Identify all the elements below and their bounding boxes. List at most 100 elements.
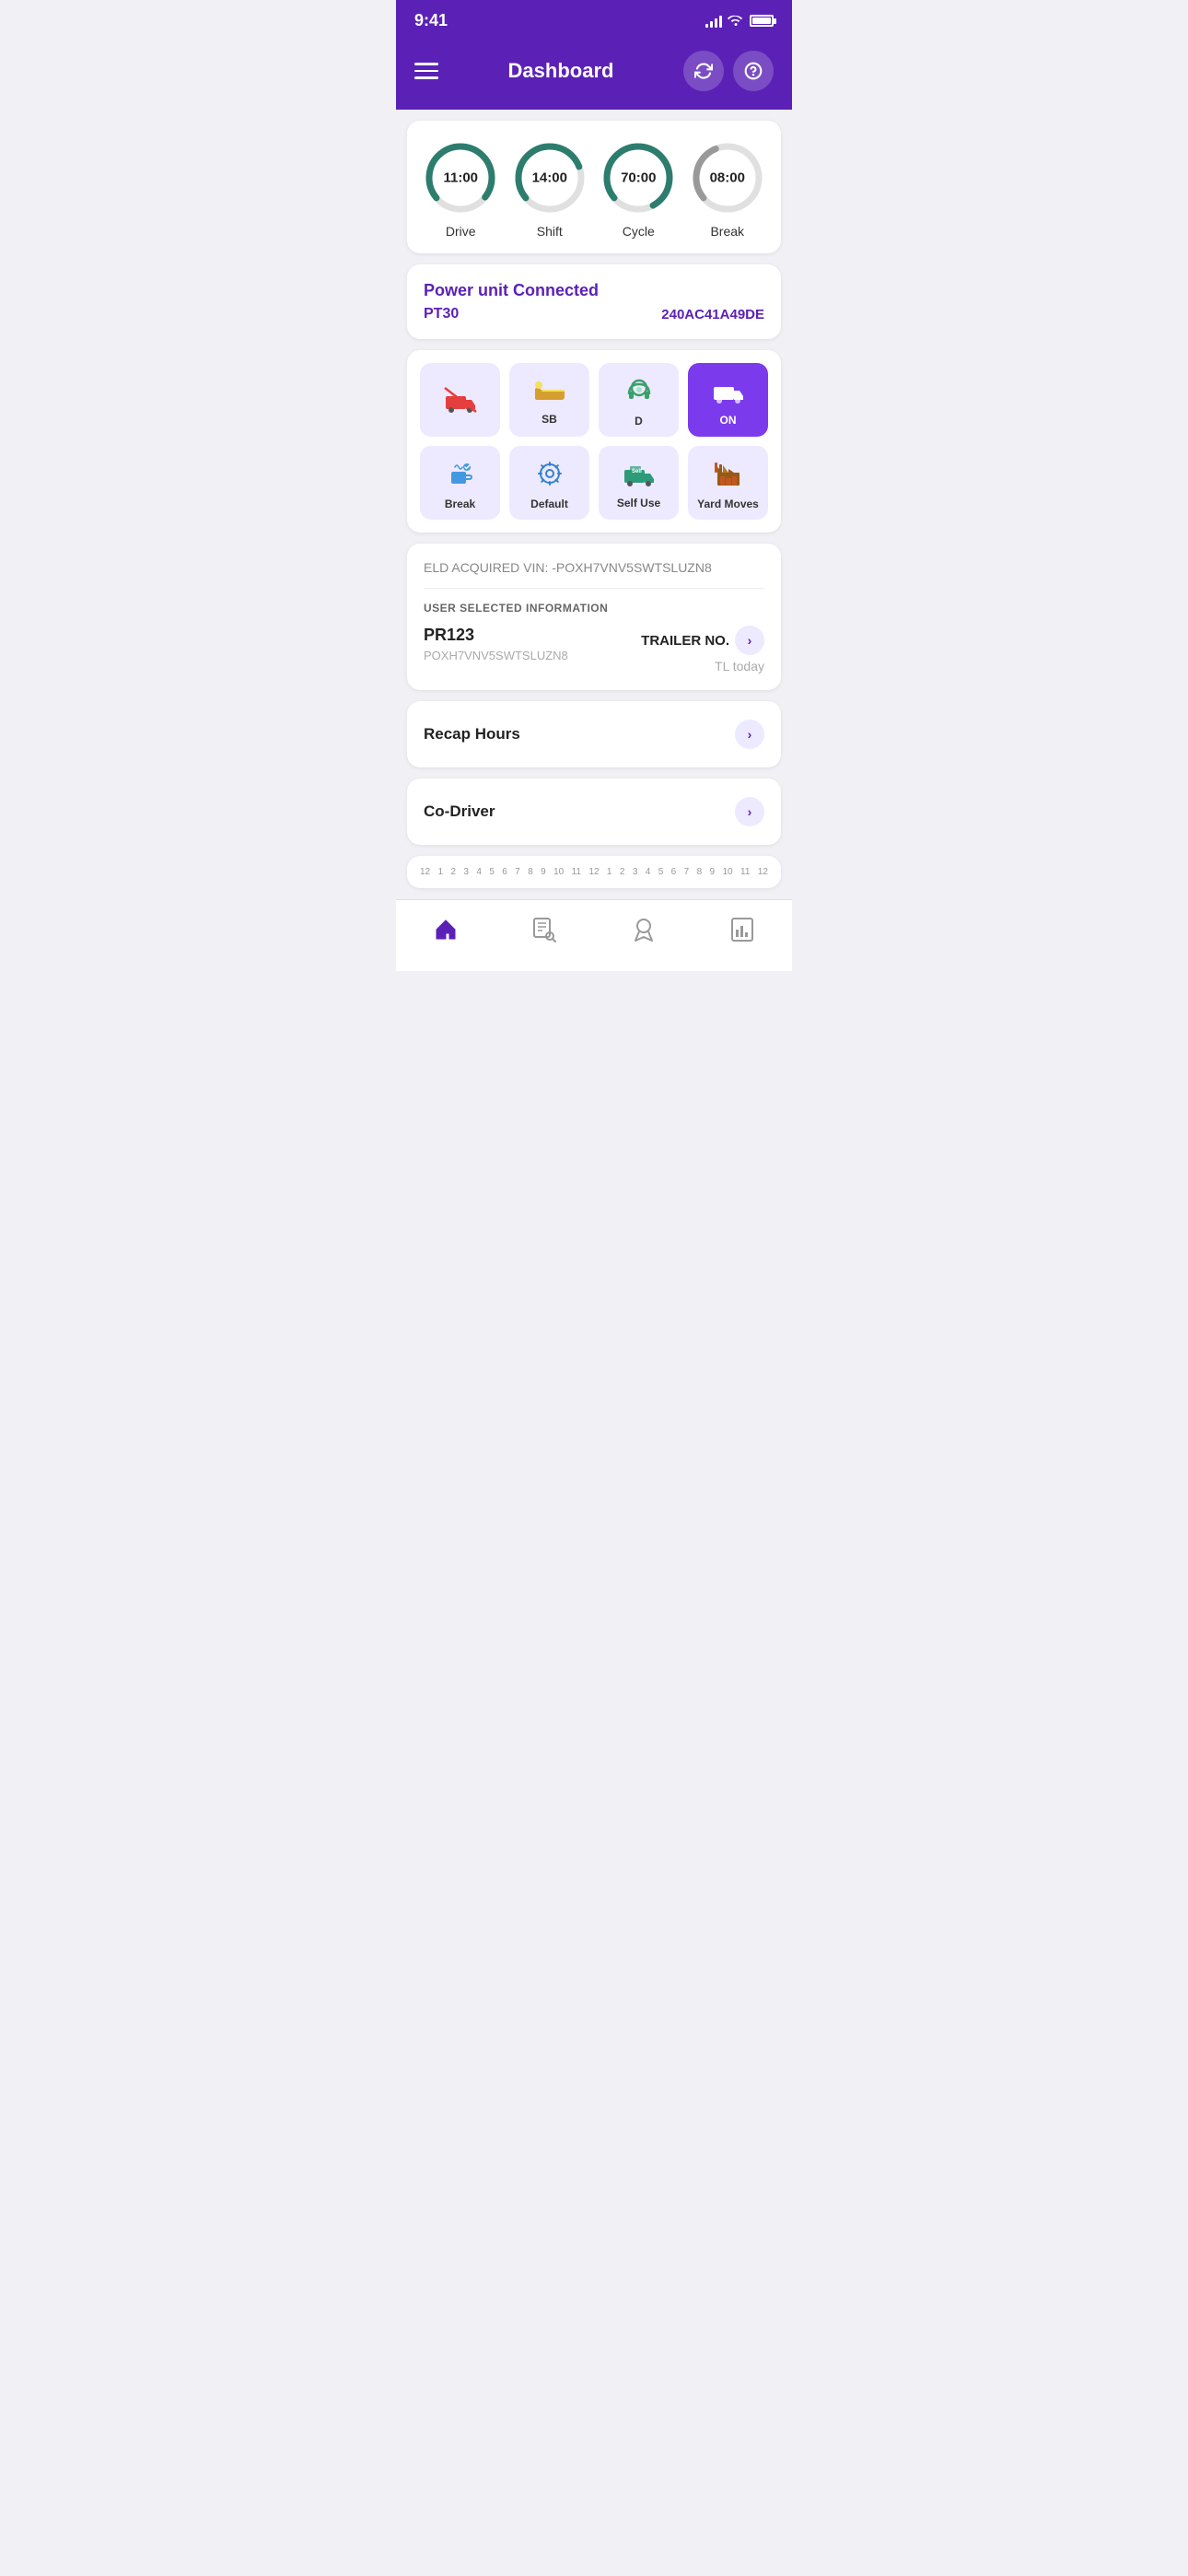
eld-vin-label: ELD ACQUIRED VIN: <box>424 560 552 575</box>
modes-grid: SB D <box>420 363 768 520</box>
status-time: 9:41 <box>414 11 448 30</box>
menu-button[interactable] <box>414 63 438 79</box>
trailer-value: TL today <box>715 659 764 673</box>
wifi-icon <box>728 13 744 29</box>
mode-d-button[interactable]: D <box>599 363 679 437</box>
default-label: Default <box>530 498 568 510</box>
power-title: Power unit Connected <box>424 281 764 300</box>
ruler-tick-24: 12 <box>758 867 768 877</box>
gauges-card: 11:00 Drive 14:00 Shift 70:00 <box>407 121 781 253</box>
ruler-tick-23: 11 <box>740 867 750 877</box>
ruler-tick-22: 10 <box>722 867 732 877</box>
drive-value: 11:00 <box>443 170 478 186</box>
battery-icon <box>750 15 774 27</box>
modes-card: SB D <box>407 350 781 533</box>
ruler-tick-16: 4 <box>646 867 651 877</box>
recap-title: Recap Hours <box>424 725 520 744</box>
header-actions <box>683 51 774 91</box>
bottom-nav <box>396 899 792 971</box>
nav-report-button[interactable] <box>715 913 770 953</box>
truck-red-icon <box>444 387 477 417</box>
eld-vin-value: -POXH7VNV5SWTSLUZN8 <box>552 560 711 575</box>
sb-bed-icon <box>534 379 565 407</box>
status-bar: 9:41 <box>396 0 792 38</box>
break-gauge: 08:00 Break <box>689 139 766 239</box>
codriver-title: Co-Driver <box>424 802 495 821</box>
on-label: ON <box>720 414 737 427</box>
shift-gauge: 14:00 Shift <box>511 139 588 239</box>
power-pt: PT30 <box>424 306 459 322</box>
mode-default-button[interactable]: Default <box>509 446 589 520</box>
mode-selfuse-button[interactable]: Self Self Use <box>599 446 679 520</box>
codriver-chevron-button[interactable]: › <box>735 797 764 826</box>
ruler-tick-12: 12 <box>588 867 599 877</box>
user-id: PR123 <box>424 626 568 645</box>
d-label: D <box>635 415 643 427</box>
ruler-tick-18: 6 <box>671 867 677 877</box>
eld-vin-row: ELD ACQUIRED VIN: -POXH7VNV5SWTSLUZN8 <box>424 560 764 589</box>
signal-icon <box>705 15 722 28</box>
codriver-card[interactable]: Co-Driver › <box>407 779 781 845</box>
main-content: 11:00 Drive 14:00 Shift 70:00 <box>396 121 792 888</box>
ruler-tick-6: 6 <box>502 867 507 877</box>
eld-card: ELD ACQUIRED VIN: -POXH7VNV5SWTSLUZN8 US… <box>407 544 781 690</box>
nav-logs-button[interactable] <box>517 913 572 953</box>
ruler-tick-13: 1 <box>607 867 612 877</box>
certify-badge-icon <box>631 917 657 949</box>
logs-search-icon <box>531 917 557 949</box>
refresh-button[interactable] <box>683 51 724 91</box>
trailer-section: TRAILER NO. › TL today <box>641 626 764 673</box>
yardmoves-label: Yard Moves <box>697 498 759 510</box>
ruler-tick-9: 9 <box>541 867 546 877</box>
mode-on-button[interactable]: ON <box>688 363 768 437</box>
help-button[interactable] <box>733 51 774 91</box>
default-gear-icon <box>536 460 564 492</box>
user-info-title: USER SELECTED INFORMATION <box>424 602 764 615</box>
recap-card[interactable]: Recap Hours › <box>407 701 781 767</box>
ruler-tick-19: 7 <box>684 867 690 877</box>
mode-sb-button[interactable]: SB <box>509 363 589 437</box>
home-icon <box>433 917 459 949</box>
cycle-gauge: 70:00 Cycle <box>600 139 677 239</box>
break-coffee-icon <box>447 460 474 492</box>
mode-off-button[interactable] <box>420 363 500 437</box>
recap-chevron-button[interactable]: › <box>735 720 764 749</box>
mode-yardmoves-button[interactable]: Yard Moves <box>688 446 768 520</box>
yardmoves-factory-icon <box>714 460 743 492</box>
break-circle: 08:00 <box>689 139 766 217</box>
truck-orange-icon <box>712 378 745 408</box>
trailer-label: TRAILER NO. <box>641 633 729 649</box>
cycle-value: 70:00 <box>621 170 656 186</box>
ruler-tick-10: 10 <box>553 867 564 877</box>
nav-certify-button[interactable] <box>616 913 671 953</box>
cycle-circle: 70:00 <box>600 139 677 217</box>
ruler-tick-4: 4 <box>476 867 482 877</box>
user-left: PR123 POXH7VNV5SWTSLUZN8 <box>424 626 568 662</box>
break-value: 08:00 <box>710 170 745 186</box>
svg-text:Self: Self <box>632 469 643 474</box>
ruler-tick-21: 9 <box>710 867 716 877</box>
d-headset-icon <box>625 377 653 409</box>
user-info-row: PR123 POXH7VNV5SWTSLUZN8 TRAILER NO. › T… <box>424 626 764 673</box>
header: Dashboard <box>396 38 792 110</box>
ruler-tick-20: 8 <box>697 867 703 877</box>
header-title: Dashboard <box>508 59 614 83</box>
trailer-chevron-button[interactable]: › <box>735 626 764 655</box>
trailer-row: TRAILER NO. › <box>641 626 764 655</box>
drive-circle: 11:00 <box>422 139 499 217</box>
ruler-tick-7: 7 <box>515 867 520 877</box>
shift-value: 14:00 <box>532 170 567 186</box>
status-icons <box>705 13 774 29</box>
ruler-tick-3: 3 <box>463 867 469 877</box>
ruler-tick-15: 3 <box>633 867 638 877</box>
sb-label: SB <box>542 413 557 426</box>
ruler-tick-1: 1 <box>438 867 444 877</box>
ruler-tick-11: 11 <box>572 867 581 877</box>
timeline-ruler: 12 1 2 3 4 5 6 7 8 9 10 11 12 1 2 3 4 5 … <box>420 867 768 877</box>
ruler-tick-5: 5 <box>489 867 495 877</box>
ruler-tick-14: 2 <box>620 867 625 877</box>
mode-break-button[interactable]: Break <box>420 446 500 520</box>
selfuse-label: Self Use <box>617 497 660 509</box>
ruler-tick-2: 2 <box>450 867 456 877</box>
nav-home-button[interactable] <box>418 913 473 953</box>
